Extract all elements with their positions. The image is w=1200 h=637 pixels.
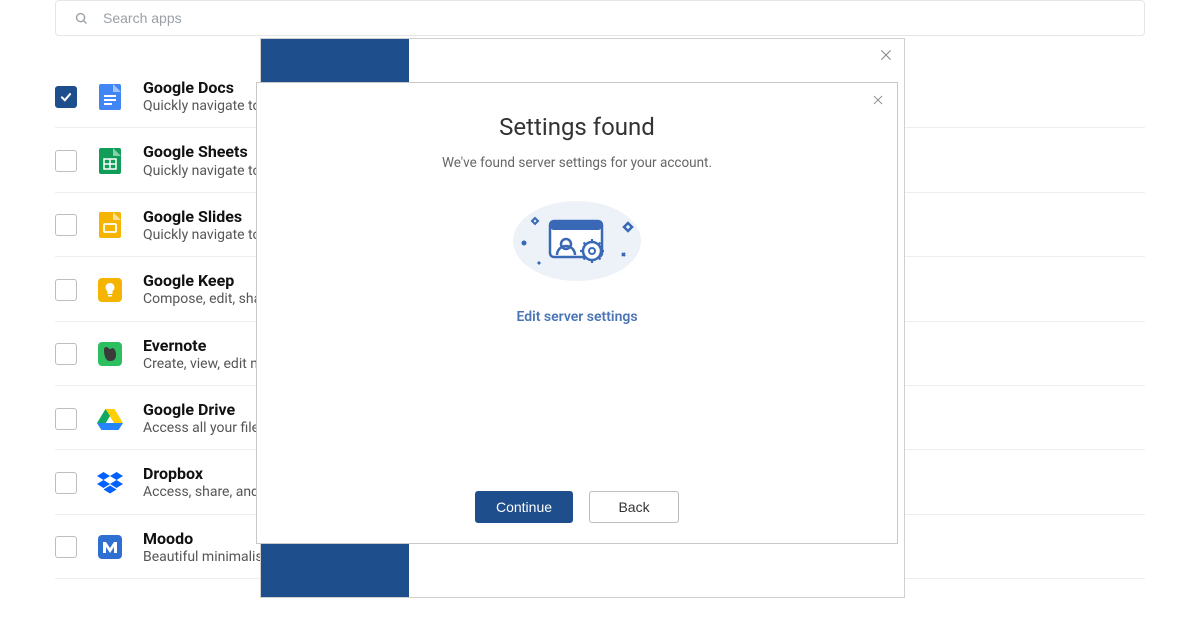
server-settings-illustration-icon: [502, 193, 652, 289]
back-button[interactable]: Back: [589, 491, 679, 523]
checkbox[interactable]: [55, 408, 77, 430]
dialog-subtitle: We've found server settings for your acc…: [257, 155, 897, 171]
checkbox[interactable]: [55, 279, 77, 301]
checkbox[interactable]: [55, 472, 77, 494]
edit-server-settings-link[interactable]: Edit server settings: [516, 309, 637, 325]
evernote-icon: [97, 341, 123, 367]
dropbox-icon: [97, 470, 123, 496]
gkeep-icon: [97, 277, 123, 303]
gslides-icon: [97, 212, 123, 238]
continue-button[interactable]: Continue: [475, 491, 573, 523]
moodo-icon: [97, 534, 123, 560]
checkbox[interactable]: [55, 343, 77, 365]
search-input[interactable]: [101, 9, 1126, 27]
close-icon[interactable]: [871, 93, 885, 107]
checkbox[interactable]: [55, 536, 77, 558]
settings-found-dialog: Settings found We've found server settin…: [256, 82, 898, 544]
search-icon: [74, 11, 89, 26]
gsheets-icon: [97, 148, 123, 174]
close-icon[interactable]: [878, 47, 894, 63]
search-bar[interactable]: [55, 0, 1145, 36]
gdrive-icon: [97, 406, 123, 432]
gdocs-icon: [97, 84, 123, 110]
checkbox[interactable]: [55, 86, 77, 108]
checkbox[interactable]: [55, 214, 77, 236]
dialog-title: Settings found: [257, 113, 897, 141]
checkbox[interactable]: [55, 150, 77, 172]
